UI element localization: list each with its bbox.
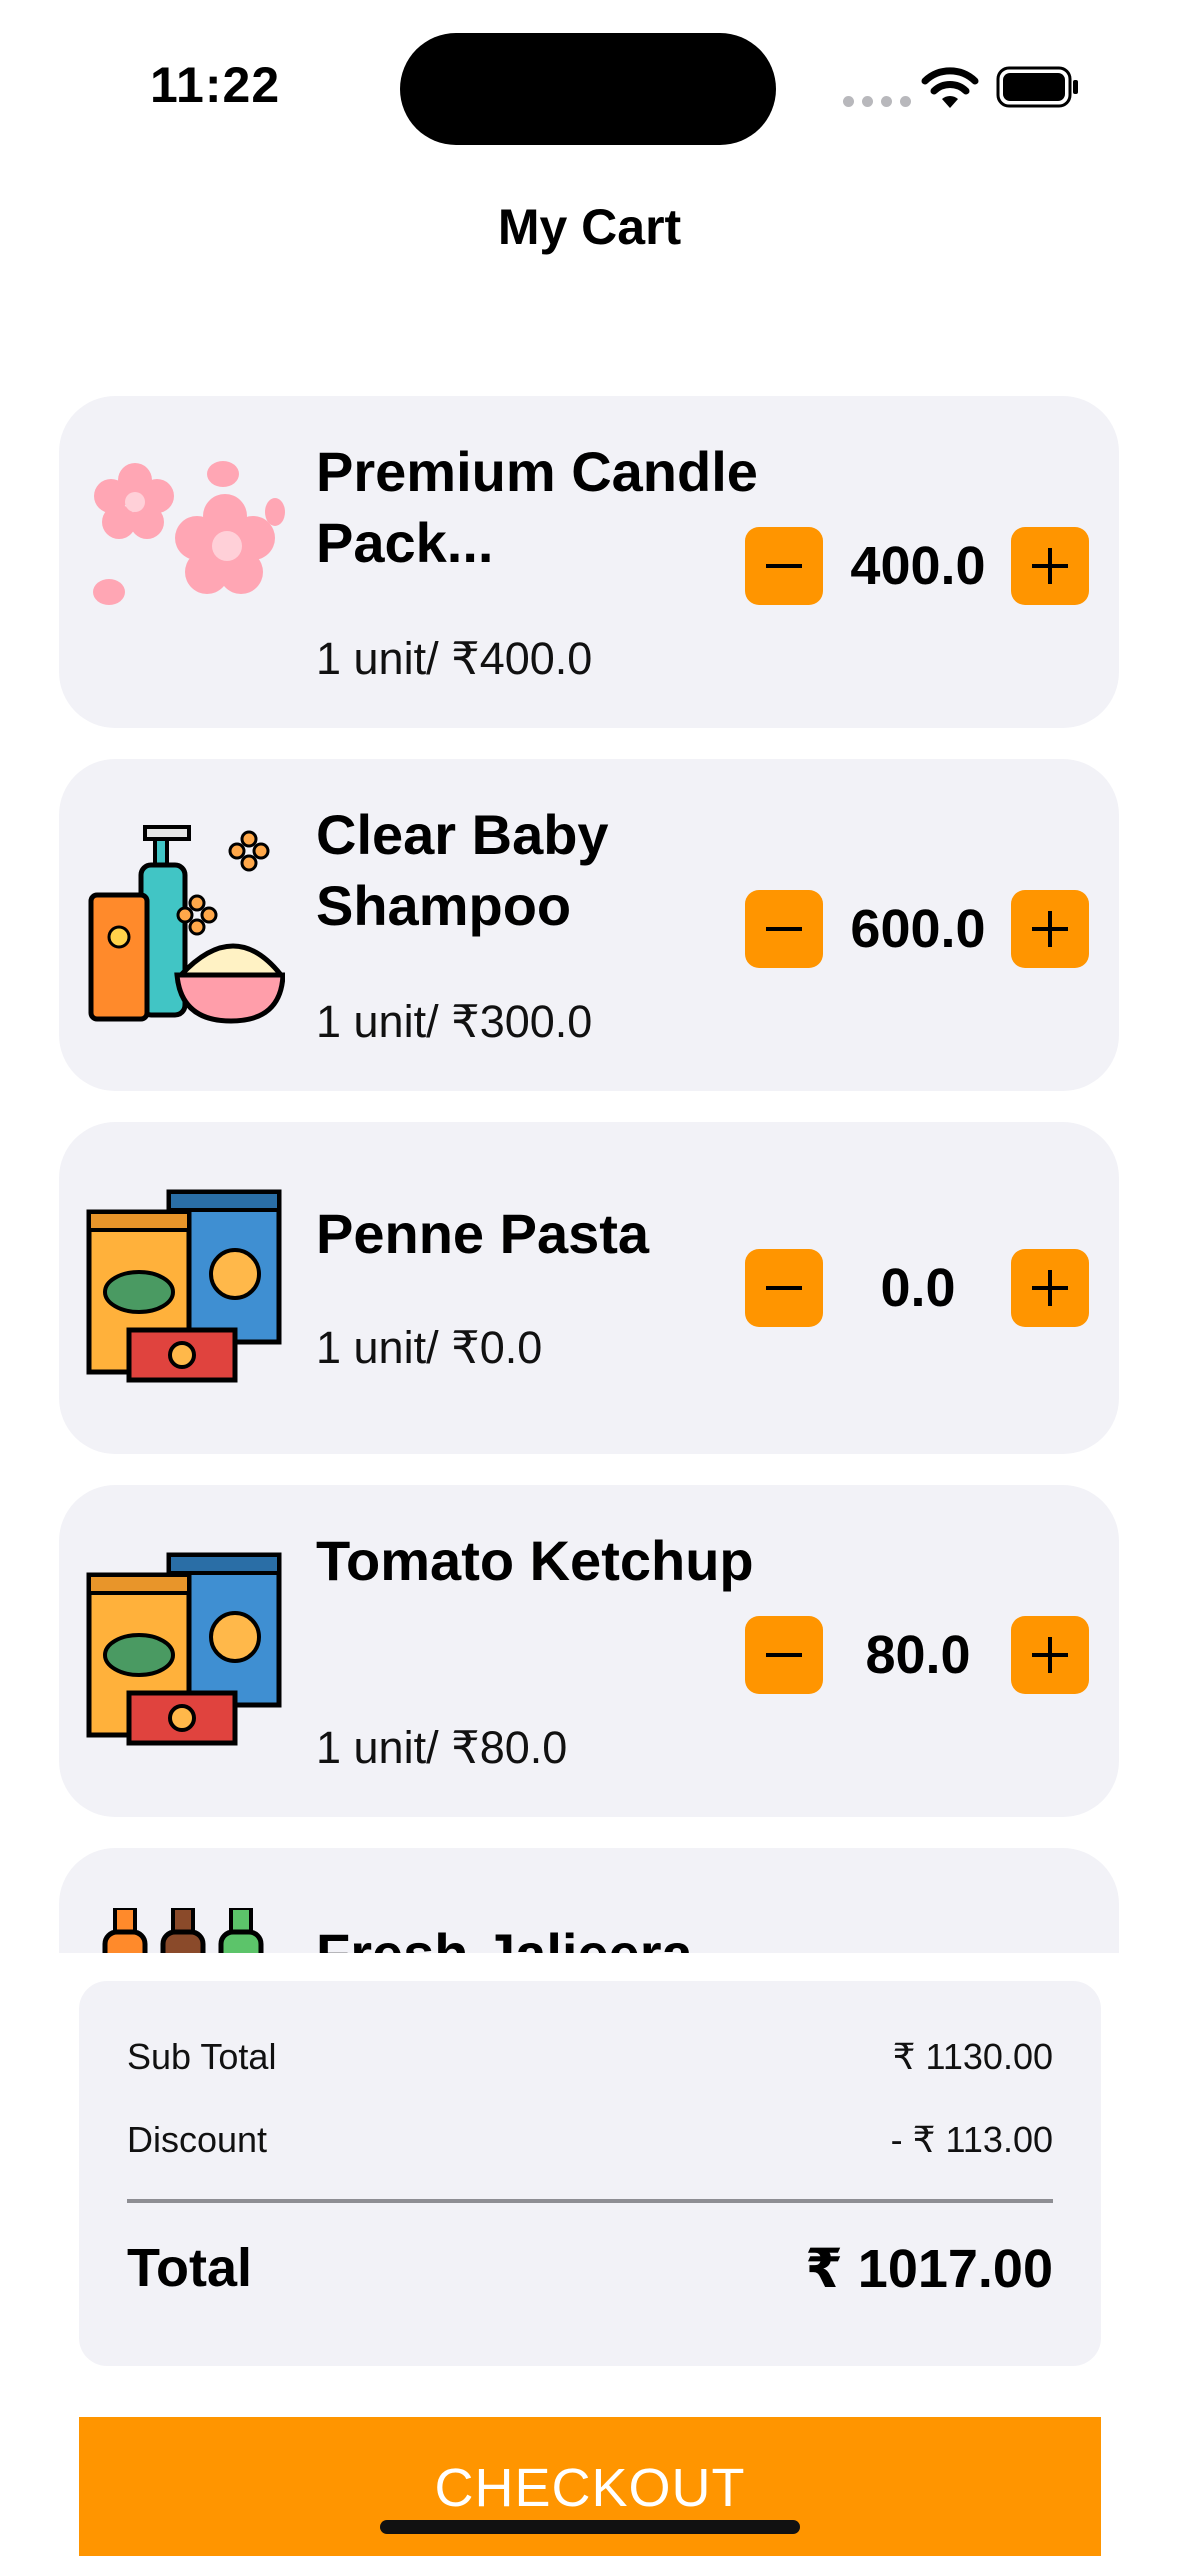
item-unit-price: 1 unit/ ₹400.0 [316,633,593,684]
item-unit-price: 1 unit/ ₹0.0 [316,1322,543,1373]
battery-icon [996,66,1078,108]
minus-icon [766,564,802,568]
cart-item[interactable]: Fresh Jaljeera [59,1848,1119,1953]
home-indicator [380,2520,800,2534]
decrease-quantity-button[interactable] [745,527,823,605]
increase-quantity-button[interactable] [1011,1616,1089,1694]
total-row: Total ₹ 1017.00 [127,2237,1053,2300]
item-unit-price: 1 unit/ ₹80.0 [316,1722,568,1773]
plus-icon [1032,1637,1068,1673]
plus-icon [1032,911,1068,947]
plus-icon [1032,548,1068,584]
subtotal-label: Sub Total [127,2036,277,2077]
subtotal-value: ₹ 1130.00 [892,2036,1053,2077]
minus-icon [766,1286,802,1290]
status-time: 11:22 [150,57,281,113]
total-value: ₹ 1017.00 [805,2239,1053,2299]
discount-row: Discount - ₹ 113.00 [127,2119,1053,2161]
cart-item[interactable]: Penne Pasta 1 unit/ ₹0.0 0.0 [59,1122,1119,1454]
cart-screen: 11:22 My Cart Premium Candle Pack... 1 u… [0,0,1179,2556]
subtotal-row: Sub Total ₹ 1130.00 [127,2036,1053,2078]
order-summary: Sub Total ₹ 1130.00 Discount - ₹ 113.00 … [79,1981,1101,2366]
discount-value: - ₹ 113.00 [890,2119,1053,2160]
baby-care-products-image [88,825,285,1024]
page-title: My Cart [497,199,682,255]
dynamic-island [400,33,776,145]
increase-quantity-button[interactable] [1011,1249,1089,1327]
item-name: Clear Baby Shampoo [316,803,609,937]
summary-divider [127,2199,1053,2203]
minus-icon [766,927,802,931]
item-name: Fresh Jaljeera [316,1918,776,1953]
quantity-value: 600.0 [850,899,986,959]
snack-packets-image [86,1189,282,1383]
increase-quantity-button[interactable] [1011,890,1089,968]
item-name: Tomato Ketchup [316,1529,754,1592]
total-label: Total [127,2238,252,2298]
cellular-signal-icon [843,96,911,107]
decrease-quantity-button[interactable] [745,1249,823,1327]
cart-item[interactable]: Tomato Ketchup 1 unit/ ₹80.0 80.0 [59,1485,1119,1817]
checkout-button[interactable]: CHECKOUT [79,2417,1101,2556]
discount-label: Discount [127,2119,268,2160]
quantity-value: 400.0 [850,536,986,596]
snack-packets-image [86,1552,282,1746]
item-name: Premium Candle Pack... [316,440,758,574]
cherry-blossom-image [93,461,285,605]
bottles-image [102,1908,264,1953]
increase-quantity-button[interactable] [1011,527,1089,605]
minus-icon [766,1653,802,1657]
cart-item[interactable]: Clear Baby Shampoo 1 unit/ ₹300.0 600.0 [59,759,1119,1091]
plus-icon [1032,1270,1068,1306]
cart-list[interactable]: Premium Candle Pack... 1 unit/ ₹400.0 40… [59,396,1119,1953]
wifi-icon [921,67,979,108]
cart-item[interactable]: Premium Candle Pack... 1 unit/ ₹400.0 40… [59,396,1119,728]
decrease-quantity-button[interactable] [745,1616,823,1694]
item-unit-price: 1 unit/ ₹300.0 [316,996,593,1047]
decrease-quantity-button[interactable] [745,890,823,968]
quantity-value: 0.0 [880,1258,956,1318]
item-name: Penne Pasta [316,1202,650,1265]
quantity-value: 80.0 [865,1625,971,1685]
